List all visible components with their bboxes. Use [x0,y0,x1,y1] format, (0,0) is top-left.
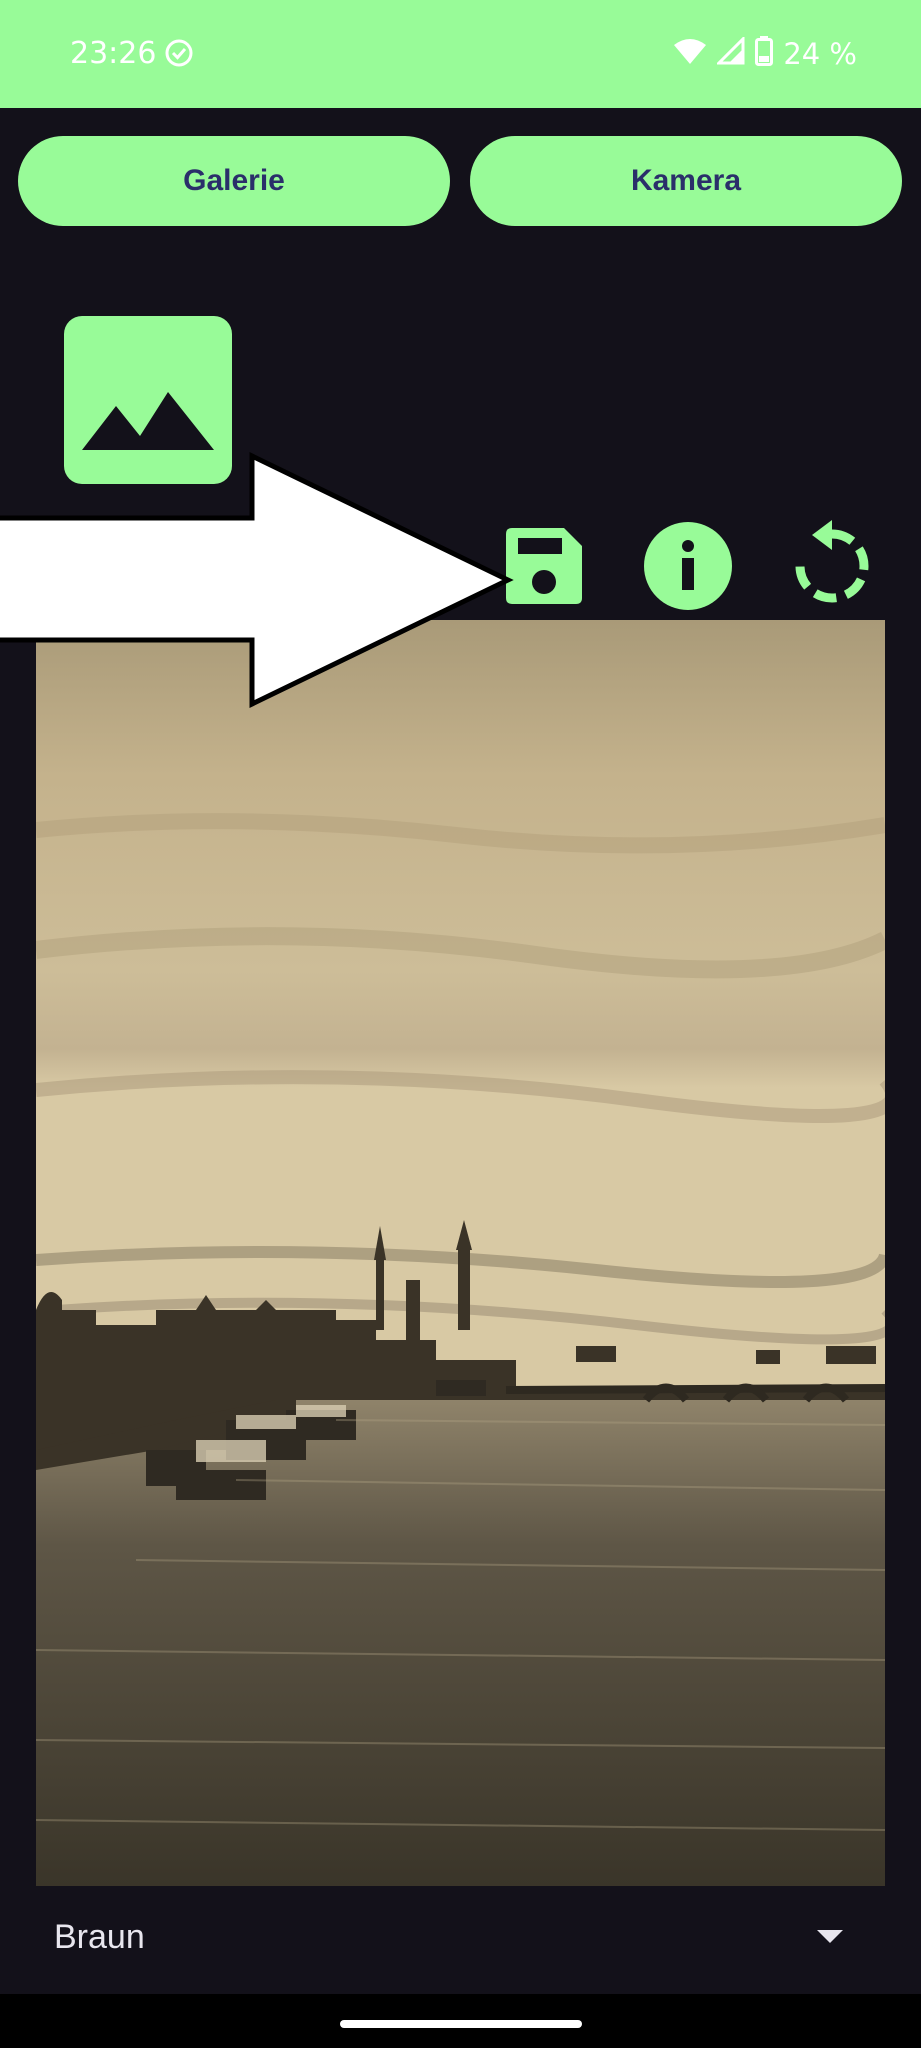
status-bar: 23:26 24 % [0,0,921,108]
info-icon[interactable] [642,520,734,612]
kamera-button[interactable]: Kamera [470,136,902,226]
filter-selected-value: Braun [54,1918,145,1956]
chevron-down-icon [817,1930,843,1943]
battery-icon [755,36,774,71]
battery-percent: 24 % [783,36,857,71]
home-handle[interactable] [340,2020,582,2028]
status-time: 23:26 [70,36,157,71]
status-right: 24 % [673,35,857,71]
signal-icon [715,35,745,70]
galerie-button[interactable]: Galerie [18,136,450,226]
rotate-icon[interactable] [786,520,878,612]
preview-photo [36,620,885,1886]
check-circle-icon [164,38,194,73]
wifi-icon [673,37,707,70]
navigation-bar [0,1994,921,2048]
image-placeholder-icon [82,392,214,450]
filter-dropdown[interactable]: Braun [0,1886,921,1994]
arrow-indicator [0,452,520,717]
